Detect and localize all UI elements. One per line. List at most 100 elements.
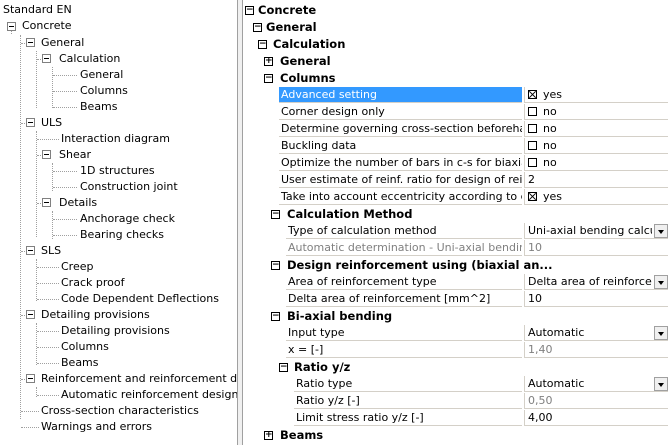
expand-icon[interactable]: + [264,57,273,66]
section-ratio-yz[interactable]: − Ratio y/z [243,359,668,376]
property-label[interactable]: Type of calculation method [286,223,522,239]
property-value-dropdown[interactable]: Uni-axial bending calculati [524,223,668,239]
settings-tree[interactable]: Standard EN Concrete General Calculation… [0,0,238,445]
dropdown-arrow-icon[interactable] [654,275,668,289]
property-label[interactable]: User estimate of reinf. ratio for design… [279,172,522,188]
section-design-reinforcement[interactable]: − Design reinforcement using (biaxial an… [243,257,668,274]
tree-item-calculation[interactable]: Calculation [59,51,120,67]
expand-icon[interactable]: + [264,431,273,440]
property-label[interactable]: Area of reinforcement type [286,274,522,290]
property-row[interactable]: Advanced setting yes [243,87,668,104]
tree-item-anchorage-check[interactable]: Anchorage check [80,211,175,227]
tree-item-sls[interactable]: SLS [41,243,61,259]
property-value[interactable]: no [524,155,668,171]
checkbox-checked-icon[interactable] [528,90,537,99]
collapse-icon[interactable] [26,38,35,47]
tree-item-creep[interactable]: Creep [61,259,93,275]
property-label[interactable]: Take into account eccentricity according… [279,189,522,205]
collapse-icon[interactable]: − [271,312,280,321]
property-label[interactable]: Buckling data [279,138,522,154]
dropdown-arrow-icon[interactable] [654,377,668,391]
tree-item-cross-section-characteristics[interactable]: Cross-section characteristics [41,403,199,419]
tree-item-detailing-beams[interactable]: Beams [61,355,99,371]
property-row[interactable]: Type of calculation method Uni-axial ben… [243,223,668,240]
property-label[interactable]: Determine governing cross-section before… [279,121,522,137]
collapse-icon[interactable] [42,54,51,63]
property-row[interactable]: Automatic determination - Uni-axial bend… [243,240,668,257]
property-row[interactable]: x = [-] 1,40 [243,342,668,359]
property-label[interactable]: Corner design only [279,104,522,120]
tree-item-details[interactable]: Details [59,195,97,211]
tree-item-reinforcement-design[interactable]: Reinforcement and reinforcement design [41,371,237,387]
tree-item-calc-columns[interactable]: Columns [80,83,128,99]
property-value-dropdown[interactable]: Automatic [524,325,668,341]
tree-item-interaction-diagram[interactable]: Interaction diagram [61,131,170,147]
collapse-icon[interactable] [42,198,51,207]
property-value-dropdown[interactable]: Automatic [524,376,668,392]
property-value[interactable]: yes [524,87,668,103]
section-columns[interactable]: − Columns [243,70,668,87]
property-row[interactable]: Delta area of reinforcement [mm^2] 10 [243,291,668,308]
property-row[interactable]: Take into account eccentricity according… [243,189,668,206]
tree-root[interactable]: Standard EN [3,2,72,18]
collapse-icon[interactable] [7,22,16,31]
property-row[interactable]: Ratio type Automatic [243,376,668,393]
property-label[interactable]: Automatic determination - Uni-axial bend… [286,240,522,256]
property-label[interactable]: Advanced setting [279,87,522,103]
property-label[interactable]: Ratio type [294,376,522,392]
checkbox-icon[interactable] [528,107,537,116]
property-value[interactable]: 4,00 [524,410,668,426]
tree-item-code-dependent-deflections[interactable]: Code Dependent Deflections [61,291,219,307]
property-row[interactable]: Determine governing cross-section before… [243,121,668,138]
tree-item-general[interactable]: General [41,35,84,51]
tree-item-warnings-and-errors[interactable]: Warnings and errors [41,419,152,435]
collapse-icon[interactable]: − [264,74,273,83]
checkbox-checked-icon[interactable] [528,192,537,201]
property-row[interactable]: Input type Automatic [243,325,668,342]
property-row[interactable]: Ratio y/z [-] 0,50 [243,393,668,410]
section-general[interactable]: − General [243,19,668,36]
property-row[interactable]: Corner design only no [243,104,668,121]
collapse-icon[interactable]: − [245,6,254,15]
section-biaxial-bending[interactable]: − Bi-axial bending [243,308,668,325]
section-calculation-method[interactable]: − Calculation Method [243,206,668,223]
property-label[interactable]: Delta area of reinforcement [mm^2] [286,291,522,307]
collapse-icon[interactable]: − [258,40,267,49]
property-row[interactable]: Buckling data no [243,138,668,155]
collapse-icon[interactable]: − [271,261,280,270]
collapse-icon[interactable] [26,246,35,255]
tree-item-crack-proof[interactable]: Crack proof [61,275,124,291]
property-label[interactable]: Ratio y/z [-] [294,393,522,409]
property-value[interactable]: 10 [524,291,668,307]
collapse-icon[interactable] [26,118,35,127]
tree-item-bearing-checks[interactable]: Bearing checks [80,227,164,243]
tree-item-automatic-reinforcement-design[interactable]: Automatic reinforcement design [61,387,237,403]
property-label[interactable]: Limit stress ratio y/z [-] [294,410,522,426]
tree-item-detailing-columns[interactable]: Columns [61,339,109,355]
tree-item-uls[interactable]: ULS [41,115,62,131]
property-value[interactable]: no [524,104,668,120]
property-row[interactable]: User estimate of reinf. ratio for design… [243,172,668,189]
property-value[interactable]: 2 [524,172,668,188]
property-value-dropdown[interactable]: Delta area of reinforcemen [524,274,668,290]
tree-item-calc-general[interactable]: General [80,67,123,83]
tree-item-1d-structures[interactable]: 1D structures [80,163,155,179]
checkbox-icon[interactable] [528,158,537,167]
tree-item-shear[interactable]: Shear [59,147,91,163]
section-concrete[interactable]: − Concrete [243,2,668,19]
collapse-icon[interactable] [42,150,51,159]
property-row[interactable]: Area of reinforcement type Delta area of… [243,274,668,291]
property-row[interactable]: Optimize the number of bars in c-s for b… [243,155,668,172]
collapse-icon[interactable]: − [279,363,288,372]
section-calculation[interactable]: − Calculation [243,36,668,53]
tree-item-calc-beams[interactable]: Beams [80,99,118,115]
collapse-icon[interactable] [26,310,35,319]
property-grid[interactable]: − Concrete − General − Calculation + Gen… [243,0,668,445]
checkbox-icon[interactable] [528,124,537,133]
collapse-icon[interactable]: − [253,23,262,32]
section-beams[interactable]: + Beams [243,427,668,444]
tree-item-detailing-provisions[interactable]: Detailing provisions [41,307,150,323]
tree-item-detailing-provisions-sub[interactable]: Detailing provisions [61,323,170,339]
collapse-icon[interactable] [26,374,35,383]
property-row[interactable]: Limit stress ratio y/z [-] 4,00 [243,410,668,427]
